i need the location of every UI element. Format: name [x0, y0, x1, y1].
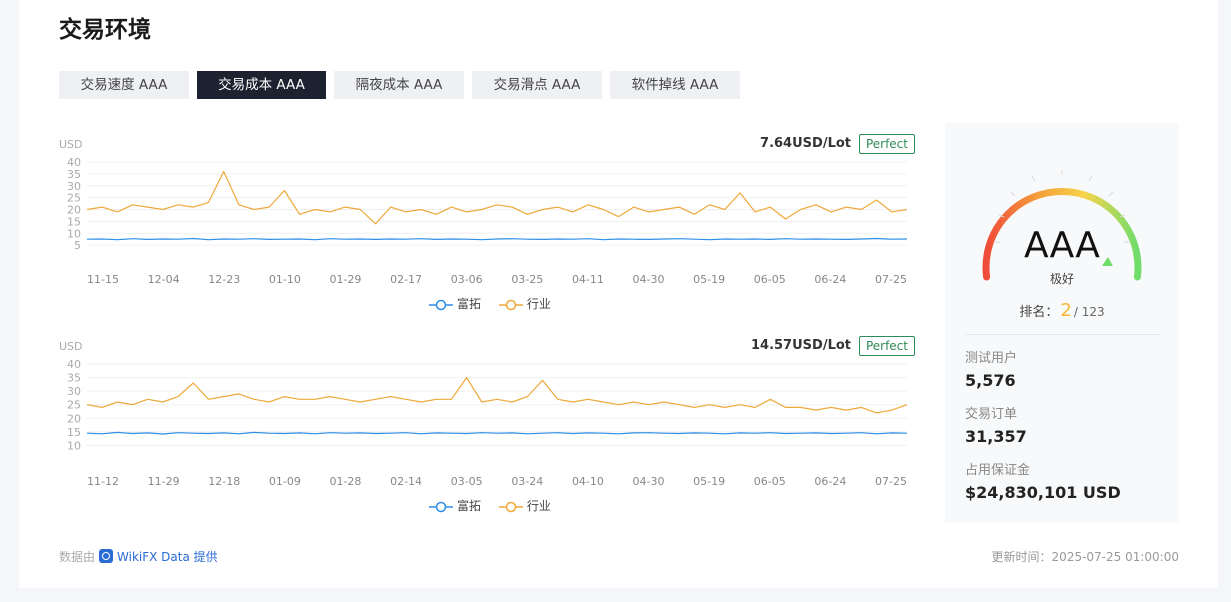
x-tick-label: 12-04	[148, 273, 180, 286]
x-tick-label: 05-19	[693, 475, 725, 488]
x-tick-label: 06-24	[814, 273, 846, 286]
y-tick-label: 25	[67, 399, 81, 412]
x-tick-label: 04-30	[633, 475, 665, 488]
x-tick-label: 12-23	[208, 273, 240, 286]
x-tick-label: 01-29	[329, 273, 361, 286]
score-grade: AAA	[1024, 225, 1100, 266]
legend-industry-marker-icon	[498, 299, 523, 310]
data-source-brand-link[interactable]: WikiFX Data	[117, 550, 190, 564]
chart-1-badge: Perfect	[858, 134, 915, 154]
x-tick-label: 04-30	[633, 273, 665, 286]
y-tick-label: 30	[67, 385, 81, 398]
chart-2-value: 14.57USD/Lot	[750, 338, 851, 353]
rank-label: 排名：	[1019, 305, 1059, 320]
legend-item-broker[interactable]: 富拓	[429, 295, 481, 312]
data-source-suffix: 提供	[193, 550, 218, 564]
legend-industry-label: 行业	[526, 297, 551, 311]
stat-margin-value: $24,830,101 USD	[965, 483, 1121, 502]
tab-overnight-cost[interactable]: 隔夜成本 AAA	[334, 71, 464, 99]
score-label: 极好	[1049, 272, 1074, 286]
x-tick-label: 05-19	[693, 273, 725, 286]
legend-item-broker[interactable]: 富拓	[429, 497, 481, 514]
series-line-1	[86, 376, 908, 414]
chart-1-legend: 富拓 行业	[429, 295, 565, 312]
chart-2-legend: 富拓 行业	[429, 497, 565, 514]
x-tick-label: 06-24	[814, 475, 846, 488]
tab-trading-cost[interactable]: 交易成本 AAA	[197, 71, 326, 99]
chart-1-value: 7.64USD/Lot	[760, 136, 851, 151]
update-time: 更新时间：2025-07-25 01:00:00	[991, 550, 1179, 564]
stat-orders-value: 31,357	[965, 427, 1027, 446]
score-panel: AAA 极好 排名： 2/ 123 测试用户 5,576 交易订单 31,357 …	[945, 123, 1179, 523]
y-tick-label: 20	[67, 412, 81, 425]
x-tick-label: 11-15	[87, 273, 119, 286]
y-tick-label: 10	[67, 439, 81, 452]
x-tick-label: 01-10	[269, 273, 301, 286]
x-tick-label: 12-18	[208, 475, 240, 488]
stat-test-users-label: 测试用户	[965, 351, 1018, 366]
panel-divider	[965, 334, 1161, 335]
x-tick-label: 03-24	[511, 475, 543, 488]
legend-broker-marker-icon	[429, 501, 453, 512]
x-tick-label: 03-25	[511, 273, 543, 286]
x-tick-label: 02-14	[390, 475, 422, 488]
stat-orders-label: 交易订单	[965, 407, 1018, 422]
chart-2-badge: Perfect	[858, 336, 915, 356]
x-tick-label: 11-12	[87, 475, 119, 488]
x-tick-label: 04-11	[572, 273, 604, 286]
legend-industry-label: 行业	[526, 499, 551, 513]
x-tick-label: 06-05	[754, 475, 786, 488]
rank-line: 排名： 2/ 123	[945, 300, 1179, 321]
tab-trading-speed[interactable]: 交易速度 AAA	[59, 71, 189, 99]
rank-total: / 123	[1073, 305, 1105, 319]
data-source-prefix: 数据由	[59, 550, 96, 564]
series-line-0	[86, 431, 908, 435]
stat-test-users-value: 5,576	[965, 371, 1016, 390]
x-tick-label: 03-05	[451, 475, 483, 488]
page-title: 交易环境	[59, 17, 151, 43]
y-tick-label: 35	[67, 372, 81, 385]
x-tick-label: 11-29	[148, 475, 180, 488]
x-tick-label: 01-28	[329, 475, 361, 488]
legend-broker-label: 富拓	[457, 297, 482, 311]
y-tick-label: 5	[74, 239, 81, 252]
chart-1-unit: USD	[59, 138, 83, 151]
cost-chart-2: 40 35 30 25 20 15 10 11-12 11-29 12-18 01-09 01-28 0…	[59, 335, 915, 525]
x-tick-label: 06-05	[754, 273, 786, 286]
wikifx-logo-icon	[99, 549, 114, 563]
y-tick-label: 15	[67, 426, 81, 439]
rank-value: 2	[1060, 300, 1072, 321]
x-tick-label: 04-10	[572, 475, 604, 488]
legend-item-industry[interactable]: 行业	[498, 497, 551, 514]
x-tick-label: 07-25	[875, 475, 907, 488]
x-tick-label: 01-09	[269, 475, 301, 488]
chart-2-unit: USD	[59, 340, 83, 353]
score-gauge	[982, 170, 1142, 281]
legend-broker-marker-icon	[429, 299, 453, 310]
x-tick-label: 03-06	[451, 273, 483, 286]
tab-slippage[interactable]: 交易滑点 AAA	[472, 71, 602, 99]
data-source: 数据由 WikiFX Data 提供	[59, 548, 218, 565]
stat-margin-label: 占用保证金	[965, 463, 1031, 478]
tab-disconnect[interactable]: 软件掉线 AAA	[610, 71, 740, 99]
series-line-0	[86, 237, 908, 241]
y-tick-label: 40	[67, 358, 81, 371]
legend-broker-label: 富拓	[457, 499, 482, 513]
cost-chart-1: 40 35 30 25 20 15 10 5 11-15 12-04 12-23 01-10 01-29…	[59, 133, 915, 323]
x-tick-label: 07-25	[875, 273, 907, 286]
x-tick-label: 02-17	[390, 273, 422, 286]
legend-item-industry[interactable]: 行业	[498, 295, 551, 312]
legend-industry-marker-icon	[498, 501, 523, 512]
